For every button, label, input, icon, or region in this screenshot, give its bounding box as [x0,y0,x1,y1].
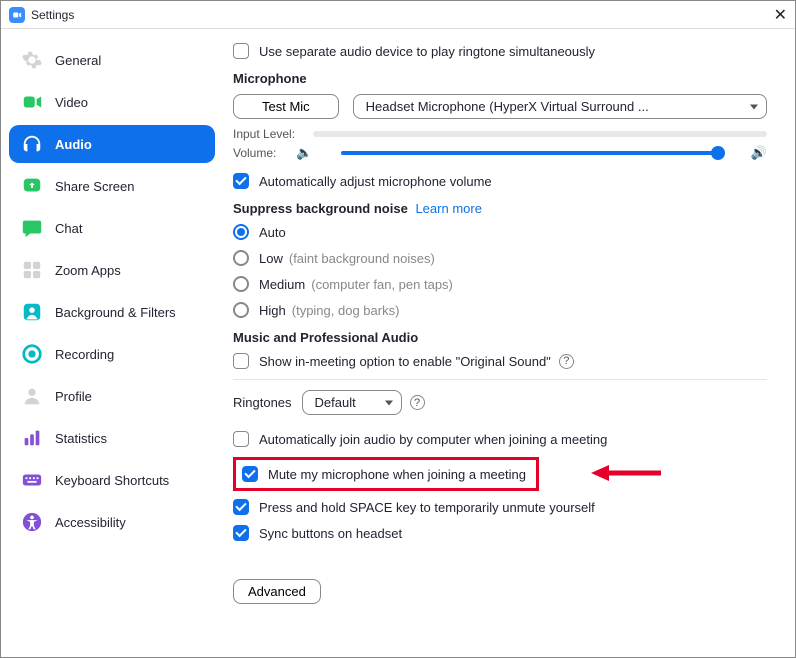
annotation-arrow [591,461,661,485]
advanced-button[interactable]: Advanced [233,579,321,604]
sidebar-item-label: Audio [55,137,92,152]
sidebar-item-label: Chat [55,221,82,236]
sidebar-item-chat[interactable]: Chat [9,209,215,247]
accessibility-icon [21,511,43,533]
apps-icon [21,259,43,281]
share-screen-icon [21,175,43,197]
noise-high-radio[interactable] [233,302,249,318]
microphone-device-select[interactable]: Headset Microphone (HyperX Virtual Surro… [353,94,767,119]
sidebar-item-profile[interactable]: Profile [9,377,215,415]
separate-audio-checkbox[interactable] [233,43,249,59]
volume-label: Volume: [233,146,276,160]
statistics-icon [21,427,43,449]
profile-icon [21,385,43,407]
highlight-box: Mute my microphone when joining a meetin… [233,457,539,491]
speaker-low-icon: 🔈 [296,145,312,161]
sidebar-item-label: Accessibility [55,515,126,530]
sidebar-item-keyboard-shortcuts[interactable]: Keyboard Shortcuts [9,461,215,499]
sidebar-item-video[interactable]: Video [9,83,215,121]
auto-adjust-label: Automatically adjust microphone volume [259,174,492,189]
sidebar-item-label: Zoom Apps [55,263,121,278]
help-icon[interactable]: ? [559,354,574,369]
sidebar-item-general[interactable]: General [9,41,215,79]
divider [233,379,767,380]
keyboard-icon [21,469,43,491]
chat-icon [21,217,43,239]
noise-medium-label: Medium [259,277,305,292]
ringtones-select[interactable]: Default [302,390,402,415]
sidebar-item-label: Profile [55,389,92,404]
video-icon [21,91,43,113]
sync-headset-label: Sync buttons on headset [259,526,402,541]
sidebar-item-zoom-apps[interactable]: Zoom Apps [9,251,215,289]
mute-on-join-label: Mute my microphone when joining a meetin… [268,467,526,482]
separate-audio-label: Use separate audio device to play ringto… [259,44,595,59]
sidebar-item-recording[interactable]: Recording [9,335,215,373]
sidebar-item-label: Background & Filters [55,305,176,320]
learn-more-link[interactable]: Learn more [415,201,481,216]
sidebar-item-label: Share Screen [55,179,135,194]
mute-on-join-checkbox[interactable] [242,466,258,482]
noise-auto-label: Auto [259,225,286,240]
noise-medium-hint: (computer fan, pen taps) [311,277,453,292]
window-title: Settings [31,8,74,22]
auto-join-label: Automatically join audio by computer whe… [259,432,607,447]
sync-headset-checkbox[interactable] [233,525,249,541]
sidebar-item-background-filters[interactable]: Background & Filters [9,293,215,331]
suppress-noise-heading: Suppress background noise Learn more [233,201,767,216]
speaker-high-icon: 🔊 [751,145,767,161]
noise-medium-radio[interactable] [233,276,249,292]
input-level-meter [313,131,767,137]
microphone-heading: Microphone [233,71,767,86]
volume-slider[interactable] [341,151,723,155]
gear-icon [21,49,43,71]
sidebar-item-label: General [55,53,101,68]
sidebar-item-label: Recording [55,347,114,362]
sidebar-item-label: Keyboard Shortcuts [55,473,169,488]
auto-adjust-checkbox[interactable] [233,173,249,189]
sidebar-item-statistics[interactable]: Statistics [9,419,215,457]
recording-icon [21,343,43,365]
noise-auto-radio[interactable] [233,224,249,240]
sidebar-item-label: Video [55,95,88,110]
music-audio-heading: Music and Professional Audio [233,330,767,345]
noise-low-hint: (faint background noises) [289,251,435,266]
noise-low-label: Low [259,251,283,266]
sidebar-item-accessibility[interactable]: Accessibility [9,503,215,541]
press-hold-space-label: Press and hold SPACE key to temporarily … [259,500,595,515]
press-hold-space-checkbox[interactable] [233,499,249,515]
sidebar-item-label: Statistics [55,431,107,446]
background-icon [21,301,43,323]
ringtones-label: Ringtones [233,395,292,410]
help-icon[interactable]: ? [410,395,425,410]
headphones-icon [21,133,43,155]
titlebar: Settings ✕ [1,1,795,29]
original-sound-label: Show in-meeting option to enable "Origin… [259,354,551,369]
sidebar: General Video Audio Share Screen Chat Zo… [1,29,223,657]
noise-high-label: High [259,303,286,318]
sidebar-item-share-screen[interactable]: Share Screen [9,167,215,205]
input-level-label: Input Level: [233,127,295,141]
noise-low-radio[interactable] [233,250,249,266]
app-icon [9,7,25,23]
close-icon[interactable]: ✕ [774,5,787,25]
test-mic-button[interactable]: Test Mic [233,94,339,119]
sidebar-item-audio[interactable]: Audio [9,125,215,163]
content-panel: Use separate audio device to play ringto… [223,29,795,657]
auto-join-checkbox[interactable] [233,431,249,447]
noise-high-hint: (typing, dog barks) [292,303,400,318]
original-sound-checkbox[interactable] [233,353,249,369]
